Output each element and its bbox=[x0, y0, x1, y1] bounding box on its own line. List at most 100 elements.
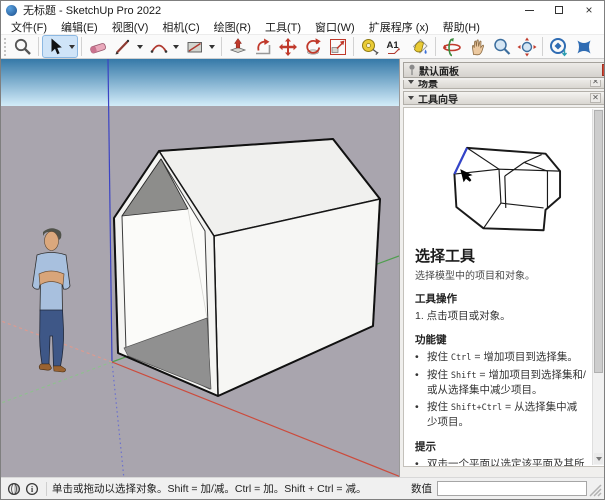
tool-orbit-button[interactable] bbox=[440, 36, 463, 57]
chevron-down-icon bbox=[137, 45, 143, 49]
menu-item-view[interactable]: 视图(V) bbox=[105, 19, 156, 35]
paint-bucket-icon bbox=[410, 37, 430, 57]
instructor-group-title: 提示 bbox=[415, 439, 587, 454]
tool-arc-dropdown-button[interactable] bbox=[170, 36, 181, 57]
tray-header[interactable]: 默认面板 ✕ bbox=[403, 62, 605, 78]
instructor-scrollbar[interactable] bbox=[592, 109, 604, 465]
section-scenes-clipped: 场景 ✕ bbox=[403, 80, 605, 89]
orbit-icon bbox=[442, 37, 462, 57]
rotate-icon bbox=[303, 37, 323, 57]
tool-scale-button[interactable] bbox=[326, 36, 349, 57]
toolbar-divider bbox=[542, 37, 543, 56]
statusbar-divider bbox=[46, 482, 47, 496]
tool-rotate-button[interactable] bbox=[301, 36, 324, 57]
section-label: 场景 bbox=[418, 80, 438, 89]
tool-scale-group bbox=[325, 35, 350, 58]
tool-select-dropdown-button[interactable] bbox=[66, 36, 77, 57]
tool-orbit-group bbox=[439, 35, 464, 58]
tool-select-button[interactable] bbox=[43, 36, 66, 57]
tool-rectangle-button[interactable] bbox=[183, 36, 206, 57]
chevron-down-icon bbox=[408, 96, 414, 100]
tool-rotate-group bbox=[300, 35, 325, 58]
bullet-marker: • bbox=[415, 457, 427, 467]
tool-warehouse-3d-button[interactable] bbox=[547, 36, 570, 57]
toolbar-grip[interactable] bbox=[4, 38, 7, 56]
tool-eraser-group bbox=[85, 35, 110, 58]
geolocation-icon[interactable] bbox=[7, 482, 21, 496]
instructor-group-0: 工具操作1. 点击项目或对象。 bbox=[415, 291, 587, 323]
menu-item-camera[interactable]: 相机(C) bbox=[155, 19, 206, 35]
sketchup-logo-icon bbox=[6, 5, 17, 16]
instructor-illustration bbox=[411, 112, 587, 238]
tool-text-button[interactable]: A1 bbox=[383, 36, 406, 57]
instructor-group-title: 工具操作 bbox=[415, 291, 587, 306]
tool-extension-warehouse-button[interactable] bbox=[572, 36, 595, 57]
tool-zoom-group bbox=[489, 35, 514, 58]
menu-item-edit[interactable]: 编辑(E) bbox=[54, 19, 105, 35]
tool-zoom-extents-group bbox=[514, 35, 539, 58]
close-button[interactable]: × bbox=[574, 1, 604, 19]
minimize-icon bbox=[525, 10, 534, 11]
scrollbar-thumb[interactable] bbox=[594, 110, 603, 373]
arrow-down-icon bbox=[596, 457, 602, 461]
section-label: 工具向导 bbox=[418, 91, 458, 106]
maximize-button[interactable] bbox=[544, 1, 574, 19]
tool-eraser-button[interactable] bbox=[86, 36, 109, 57]
section-bar-instructor[interactable]: 工具向导 ✕ bbox=[403, 91, 605, 105]
tool-arc-button[interactable] bbox=[147, 36, 170, 57]
tool-rectangle-group bbox=[182, 35, 218, 58]
instructor-bullet: •按住 Ctrl = 增加项目到选择集。 bbox=[415, 350, 587, 365]
measurement-label: 数值 bbox=[411, 481, 432, 496]
tool-arc-group bbox=[146, 35, 182, 58]
zoom-icon bbox=[492, 37, 512, 57]
tool-paint-bucket-group bbox=[407, 35, 432, 58]
menu-item-extensions[interactable]: 扩展程序 (x) bbox=[362, 19, 436, 35]
pan-icon bbox=[467, 37, 487, 57]
tool-extension-warehouse-group bbox=[571, 35, 596, 58]
window-controls: × bbox=[514, 1, 604, 19]
toolbar-divider bbox=[353, 37, 354, 56]
tool-pan-button[interactable] bbox=[465, 36, 488, 57]
tool-offset-button[interactable] bbox=[251, 36, 274, 57]
tool-line-button[interactable] bbox=[111, 36, 134, 57]
tool-move-button[interactable] bbox=[276, 36, 299, 57]
menu-item-draw[interactable]: 绘图(R) bbox=[207, 19, 258, 35]
menu-item-tools[interactable]: 工具(T) bbox=[258, 19, 308, 35]
minimize-button[interactable] bbox=[514, 1, 544, 19]
menu-item-help[interactable]: 帮助(H) bbox=[436, 19, 487, 35]
section-close-icon[interactable]: ✕ bbox=[590, 93, 601, 103]
tool-paint-bucket-button[interactable] bbox=[408, 36, 431, 57]
bullet-text: 按住 Shift = 增加项目到选择集和/或从选择集中减少项目。 bbox=[427, 368, 587, 398]
sky bbox=[1, 59, 399, 106]
toolbar-divider bbox=[81, 37, 82, 56]
tool-tape-measure-button[interactable] bbox=[358, 36, 381, 57]
chevron-down-icon bbox=[408, 80, 414, 84]
text-icon: A1 bbox=[385, 37, 405, 57]
tool-tape-measure-group bbox=[357, 35, 382, 58]
tool-rectangle-dropdown-button[interactable] bbox=[206, 36, 217, 57]
section-bar-scenes[interactable]: 场景 ✕ bbox=[403, 80, 605, 89]
bullet-marker: • bbox=[415, 400, 427, 430]
resize-grip[interactable] bbox=[589, 481, 602, 497]
line-icon bbox=[113, 37, 133, 57]
main-area: 默认面板 ✕ 场景 ✕ 工具向导 ✕ bbox=[1, 59, 604, 477]
tool-line-dropdown-button[interactable] bbox=[134, 36, 145, 57]
measurement-input[interactable] bbox=[437, 481, 587, 496]
chevron-down-icon bbox=[209, 45, 215, 49]
modeling-viewport[interactable] bbox=[1, 59, 399, 479]
default-tray: 默认面板 ✕ 场景 ✕ 工具向导 ✕ bbox=[399, 59, 605, 477]
instructor-bullet: •按住 Shift = 增加项目到选择集和/或从选择集中减少项目。 bbox=[415, 368, 587, 398]
section-close-icon[interactable]: ✕ bbox=[590, 80, 601, 87]
menu-item-window[interactable]: 窗口(W) bbox=[308, 19, 362, 35]
tool-search-button[interactable] bbox=[11, 36, 34, 57]
credits-info-icon[interactable]: i bbox=[25, 482, 39, 496]
tool-zoom-extents-button[interactable] bbox=[515, 36, 538, 57]
menu-item-file[interactable]: 文件(F) bbox=[4, 19, 54, 35]
instructor-groups: 工具操作1. 点击项目或对象。功能键•按住 Ctrl = 增加项目到选择集。•按… bbox=[415, 291, 587, 467]
statusbar: i 单击或拖动以选择对象。Shift = 加/减。Ctrl = 加。Shift … bbox=[1, 477, 604, 499]
scroll-down-button[interactable] bbox=[594, 453, 603, 464]
tool-zoom-button[interactable] bbox=[490, 36, 513, 57]
offset-icon bbox=[253, 37, 273, 57]
tool-push-pull-button[interactable] bbox=[226, 36, 249, 57]
instructor-heading: 选择工具 bbox=[415, 245, 587, 266]
